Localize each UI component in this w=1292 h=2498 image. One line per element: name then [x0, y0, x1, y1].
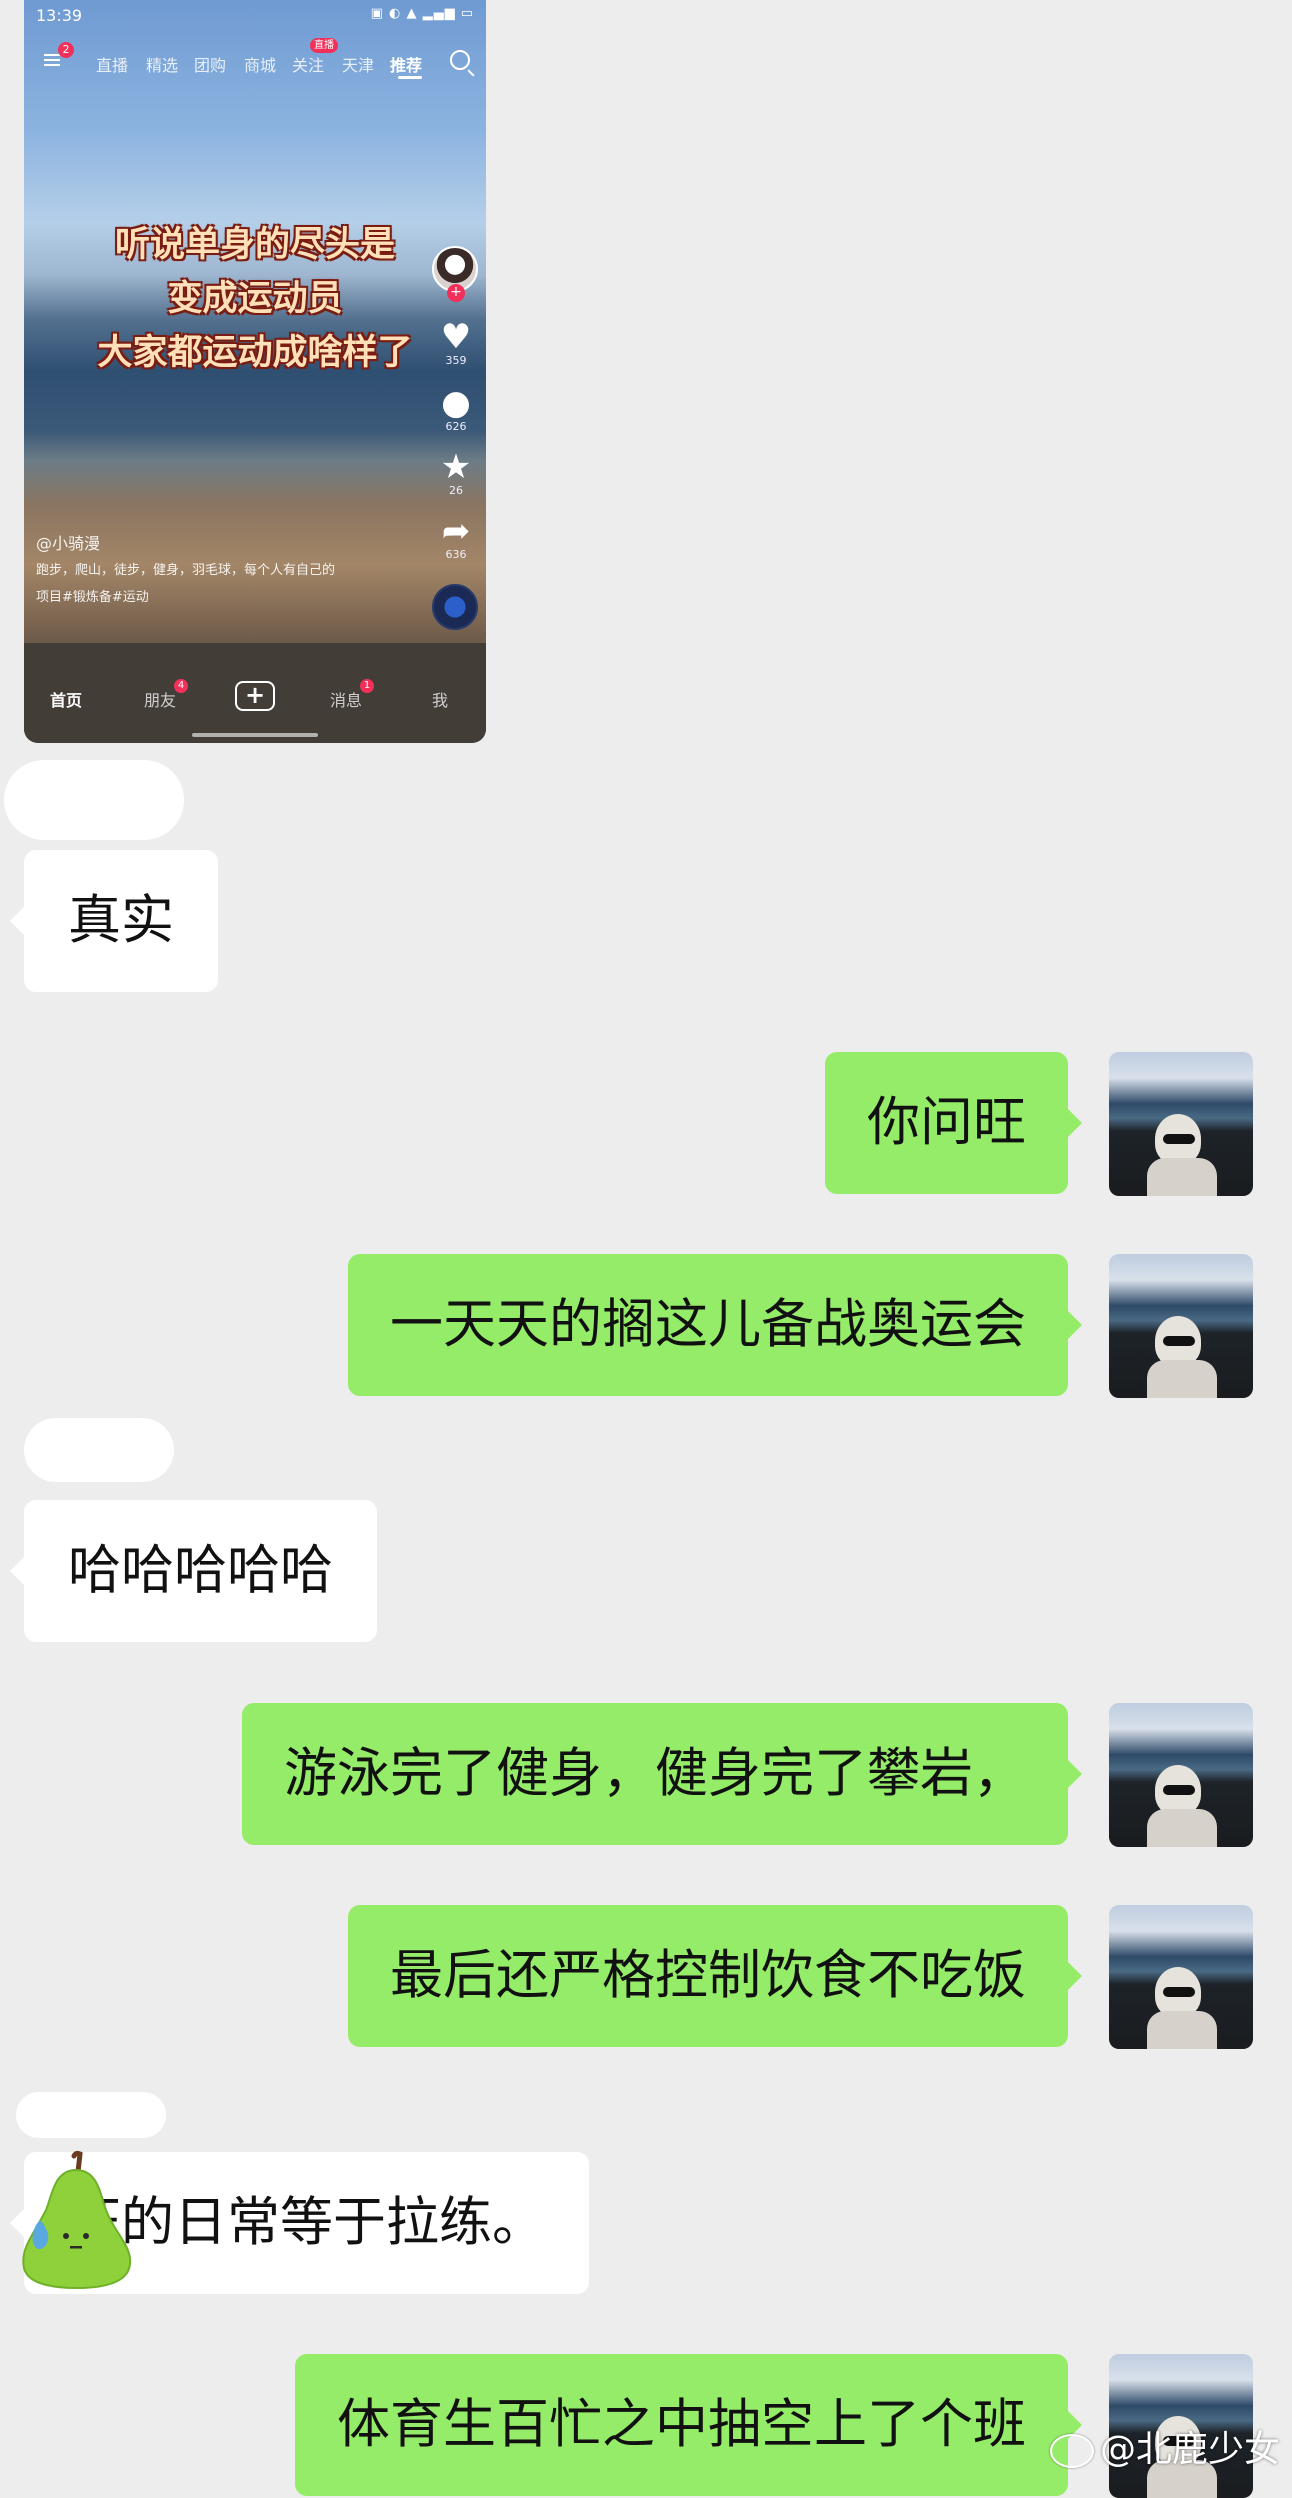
menu-icon[interactable]	[44, 54, 60, 66]
live-badge: 直播	[310, 38, 338, 53]
tab-live[interactable]: 直播	[96, 52, 128, 76]
search-icon[interactable]	[450, 50, 470, 70]
bottom-tab-me[interactable]: 我	[432, 687, 448, 711]
avatar-body	[1147, 2011, 1217, 2049]
tab-mall[interactable]: 商城	[244, 52, 276, 76]
redacted-sender-name	[24, 1418, 174, 1482]
status-time: 13:39	[36, 6, 83, 25]
share-count: 636	[445, 548, 467, 561]
heart-icon: ♥	[440, 317, 472, 357]
bottom-tab-bar: 首页 朋友 4 + 消息 1 我	[24, 643, 486, 743]
avatar-body	[1147, 1360, 1217, 1398]
tab-recommended[interactable]: 推荐	[390, 52, 422, 76]
avatar-sunglasses	[1163, 1134, 1195, 1144]
signal-battery-icons: ▣ ◐ ▲ ▂▄▆ ▭	[370, 6, 474, 21]
share-arrow-icon: ➦	[441, 511, 471, 551]
tab-featured[interactable]: 精选	[146, 52, 178, 76]
incoming-message[interactable]: 真实	[10, 850, 218, 992]
avatar-sunglasses	[1163, 1987, 1195, 1997]
avatar-body	[1147, 1809, 1217, 1847]
my-avatar[interactable]	[1109, 1905, 1253, 2049]
comment-icon: ●	[441, 383, 471, 423]
menu-badge: 2	[58, 42, 74, 58]
tab-tianjin[interactable]: 天津	[342, 52, 374, 76]
comment-button[interactable]: ● 626	[428, 386, 484, 433]
home-indicator	[192, 733, 318, 737]
share-button[interactable]: ➦ 636	[428, 514, 484, 561]
outgoing-message[interactable]: 体育生百忙之中抽空上了个班	[295, 2354, 1082, 2496]
bottom-tab-messages-label: 消息	[330, 691, 363, 710]
bottom-tab-friends[interactable]: 朋友 4	[144, 679, 189, 711]
my-avatar[interactable]	[1109, 1052, 1253, 1196]
outgoing-message[interactable]: 游泳完了健身，健身完了攀岩，	[242, 1703, 1082, 1845]
star-icon: ★	[440, 447, 472, 487]
bottom-tab-messages[interactable]: 消息 1	[330, 679, 375, 711]
top-nav: 2 直播 精选 团购 商城 关注 直播 天津 推荐	[24, 38, 486, 79]
like-count: 359	[445, 354, 467, 367]
avatar-body	[1147, 1158, 1217, 1196]
weibo-icon	[1049, 2434, 1094, 2468]
friends-badge: 4	[174, 679, 189, 693]
status-bar: 13:39 ▣ ◐ ▲ ▂▄▆ ▭	[36, 6, 474, 28]
outgoing-message[interactable]: 一天天的搁这儿备战奥运会	[348, 1254, 1082, 1396]
video-tags[interactable]: 项目#锻炼备#运动	[36, 586, 416, 605]
create-post-button[interactable]: +	[235, 681, 275, 711]
comment-count: 626	[445, 420, 467, 433]
favorite-button[interactable]: ★ 26	[428, 450, 484, 497]
active-tab-underline	[398, 76, 422, 79]
redacted-sender-name	[4, 760, 184, 840]
tab-following[interactable]: 关注	[292, 52, 324, 76]
avatar-sunglasses	[1163, 1336, 1195, 1346]
like-button[interactable]: ♥ 359	[428, 320, 484, 367]
video-author[interactable]: @小骑漫	[36, 530, 416, 554]
my-avatar[interactable]	[1109, 1703, 1253, 1847]
my-avatar[interactable]	[1109, 1254, 1253, 1398]
bottom-tab-friends-label: 朋友	[144, 691, 177, 710]
caption-line: 听说单身的尽头是	[114, 225, 395, 265]
redacted-sender-name	[16, 2092, 166, 2138]
caption-line: 变成运动员	[167, 279, 343, 319]
watermark-text: @北鹿少女	[1099, 2429, 1280, 2470]
pear-sticker-icon	[22, 2150, 132, 2290]
avatar-sunglasses	[1163, 1785, 1195, 1795]
messages-badge: 1	[360, 679, 375, 693]
video-description: 跑步，爬山，徒步，健身，羽毛球，每个人有自己的	[36, 563, 336, 578]
video-caption: 听说单身的尽头是 变成运动员 大家都运动成啥样了	[24, 218, 486, 380]
follow-plus-icon[interactable]: +	[447, 284, 465, 302]
shared-video-screenshot[interactable]: 13:39 ▣ ◐ ▲ ▂▄▆ ▭ 2 直播 精选 团购 商城 关注 直播 天津…	[24, 0, 486, 743]
favorite-count: 26	[449, 484, 463, 497]
video-info: @小骑漫 跑步，爬山，徒步，健身，羽毛球，每个人有自己的 项目#锻炼备#运动	[36, 530, 416, 605]
outgoing-message[interactable]: 最后还严格控制饮食不吃饭	[348, 1905, 1082, 2047]
outgoing-message[interactable]: 你问旺	[825, 1052, 1082, 1194]
tab-group-buy[interactable]: 团购	[194, 52, 226, 76]
bottom-tab-home[interactable]: 首页	[50, 687, 82, 711]
weibo-watermark: @北鹿少女	[1049, 2420, 1280, 2472]
caption-line: 大家都运动成啥样了	[97, 333, 413, 373]
music-disc-icon[interactable]	[432, 584, 478, 630]
incoming-message[interactable]: 哈哈哈哈哈	[10, 1500, 377, 1642]
